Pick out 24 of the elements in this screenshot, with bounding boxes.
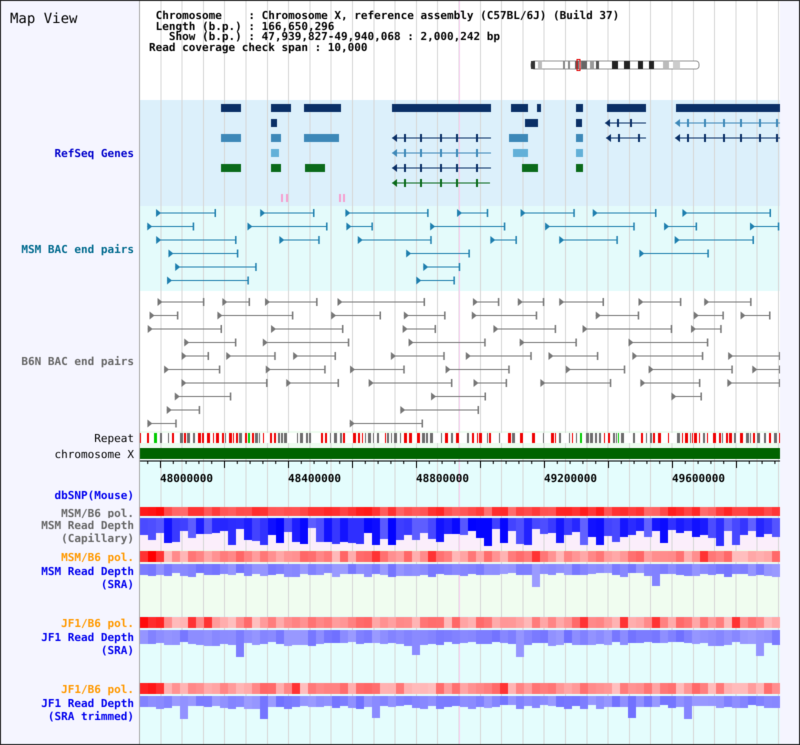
track-label: JF1 Read Depth (SRA trimmed) — [41, 697, 134, 723]
axis-label: 49600000 — [672, 472, 725, 485]
track-label: MSM BAC end pairs — [21, 242, 134, 256]
info-line: Chromosome : Chromosome X, reference assembly (C57BL/6J) (Build 37) — [154, 11, 620, 22]
axis-label: 49200000 — [544, 472, 597, 485]
track-label: JF1/B6 pol. — [61, 683, 134, 696]
track-label: JF1/B6 pol. — [61, 617, 134, 630]
info-line: Read coverage check span : 10,000 — [149, 42, 368, 53]
track-label: MSM/B6 pol. — [61, 551, 134, 564]
axis-label: 48400000 — [288, 472, 341, 485]
track-label: dbSNP(Mouse) — [54, 489, 134, 502]
track-label: Repeat — [94, 432, 134, 445]
axis-label: 48000000 — [160, 472, 213, 485]
track-label: MSM/B6 pol. — [61, 507, 134, 520]
track-label: MSM Read Depth (SRA) — [41, 565, 134, 591]
page-title: Map View — [10, 11, 78, 27]
track-label: chromosome X — [54, 448, 134, 461]
info-line: Show (b.p.) : 47,939,827-49,940,068 : 2,000,242 bp — [168, 32, 501, 42]
axis-label: 48800000 — [416, 472, 469, 485]
info-line: Length (b.p.) : 166,650,296 — [154, 22, 334, 32]
track-label: JF1 Read Depth (SRA) — [41, 631, 134, 657]
track-label: RefSeq Genes — [54, 147, 134, 160]
track-label: B6N BAC end pairs — [21, 355, 134, 368]
track-label: MSM Read Depth (Capillary) — [41, 519, 134, 545]
